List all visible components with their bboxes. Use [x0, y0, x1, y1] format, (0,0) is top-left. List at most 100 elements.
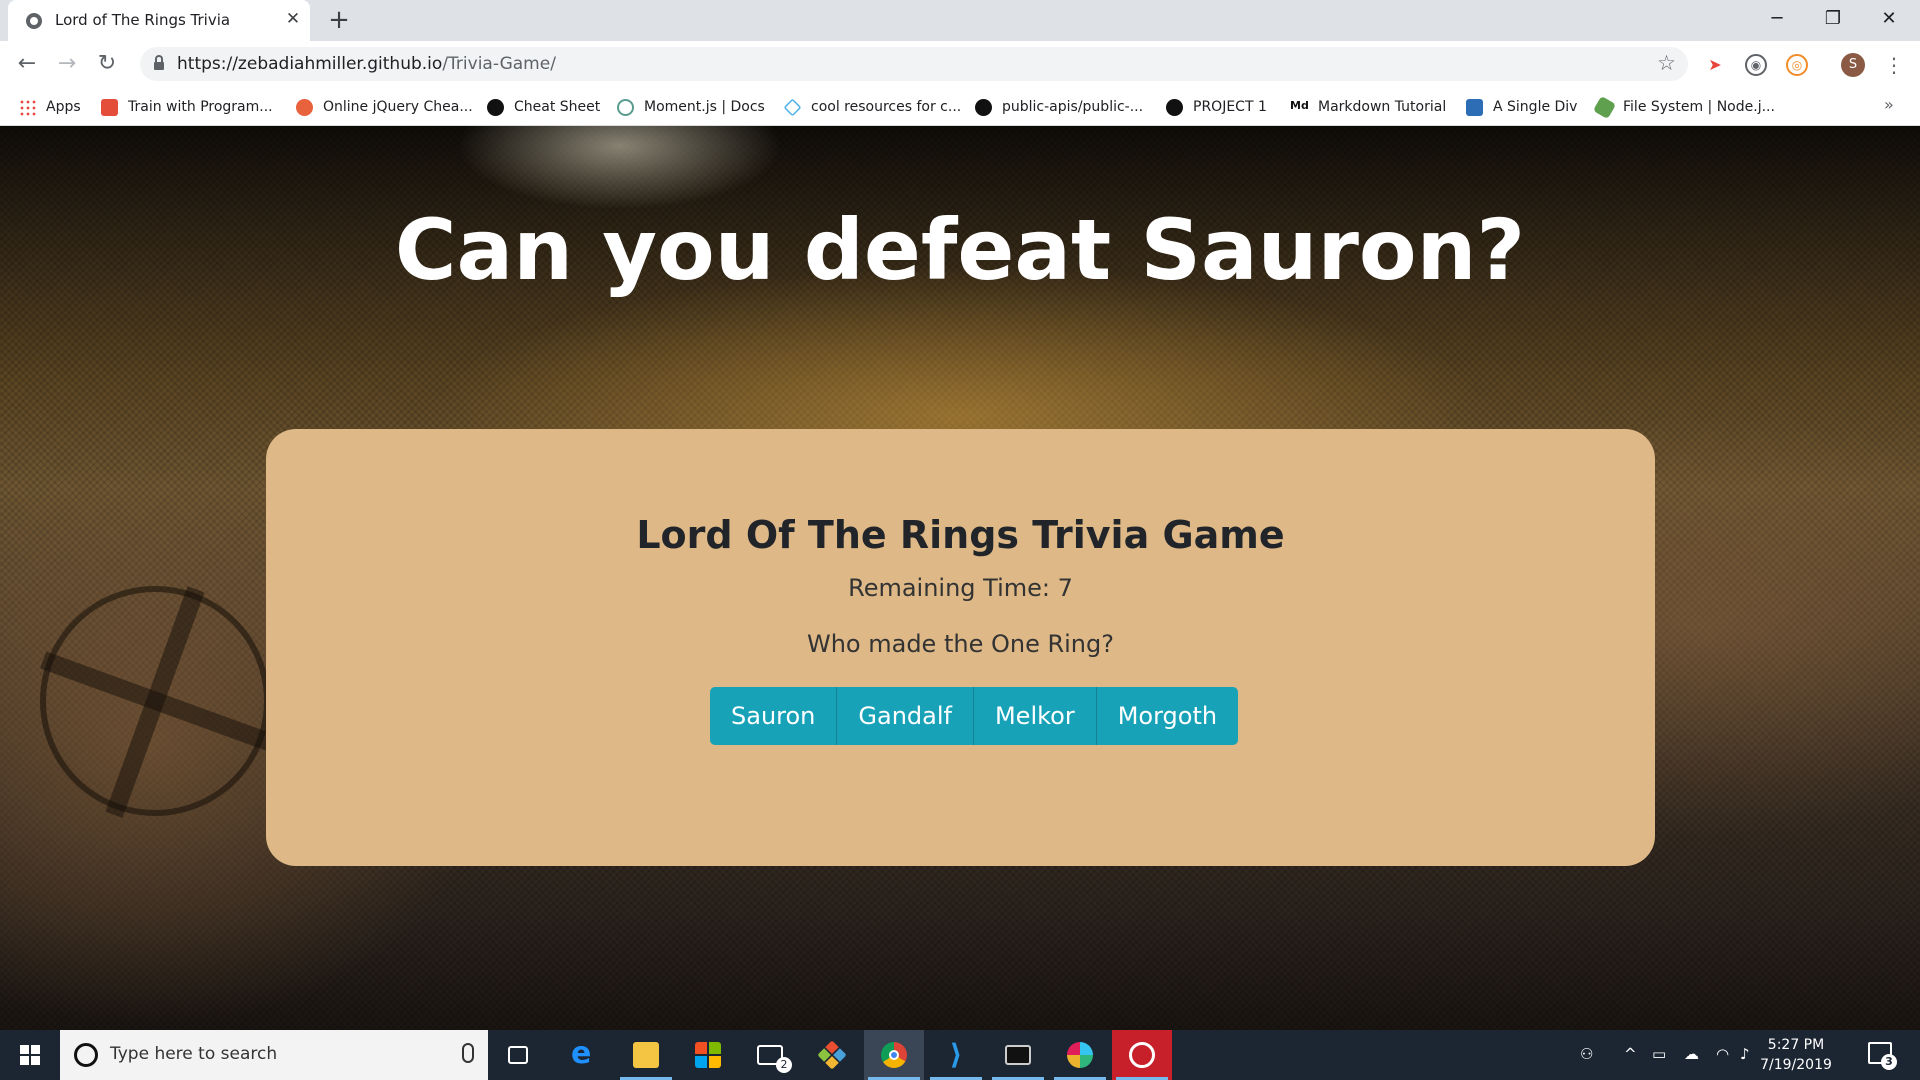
bookmark-jquery-cheat[interactable]: Online jQuery Chea... [296, 96, 473, 118]
minimize-icon[interactable]: ─ [1754, 4, 1800, 34]
wifi-icon[interactable]: ◠ [1716, 1045, 1729, 1063]
close-window-icon[interactable]: ✕ [1866, 4, 1912, 34]
bookmark-markdown-tutorial[interactable]: Md Markdown Tutorial [1290, 96, 1446, 118]
onedrive-icon[interactable]: ☁ [1684, 1045, 1699, 1063]
github-icon [975, 98, 992, 116]
profile-avatar[interactable]: S [1841, 53, 1865, 77]
bookmark-cool-resources[interactable]: cool resources for c... [783, 96, 962, 118]
show-hidden-icons[interactable]: ^ [1624, 1045, 1637, 1063]
taskbar-file-explorer[interactable] [616, 1030, 676, 1080]
back-icon[interactable]: ← [12, 49, 42, 79]
url-text[interactable]: https://zebadiahmiller.github.io/Trivia-… [177, 54, 556, 74]
answer-button-morgoth[interactable]: Morgoth [1096, 687, 1239, 745]
cortana-icon [74, 1043, 98, 1067]
start-button[interactable] [0, 1030, 60, 1080]
taskbar-mail[interactable]: 2 [740, 1030, 800, 1080]
bookmark-apps[interactable]: Apps [19, 96, 81, 118]
taskbar-slack[interactable] [1050, 1030, 1110, 1080]
clock-time: 5:27 PM [1767, 1037, 1825, 1053]
people-icon[interactable]: ⚇ [1580, 1045, 1593, 1063]
battery-icon[interactable]: ▭ [1652, 1045, 1666, 1063]
bookmark-moment-docs[interactable]: Moment.js | Docs [617, 96, 765, 118]
taskbar-chrome[interactable] [864, 1030, 924, 1080]
bookmark-label: PROJECT 1 [1193, 99, 1267, 115]
clock-date: 7/19/2019 [1760, 1057, 1832, 1073]
compass-decoration [40, 586, 270, 816]
diamond-icon [783, 97, 802, 117]
nodejs-icon [1592, 95, 1617, 119]
taskbar-store[interactable] [678, 1030, 738, 1080]
code-icon [1466, 98, 1483, 116]
volume-icon[interactable]: ♪ [1740, 1045, 1750, 1063]
bookmark-public-apis[interactable]: public-apis/public-... [975, 96, 1143, 118]
taskbar-search[interactable]: Type here to search [60, 1030, 488, 1080]
folder-icon [633, 1042, 659, 1068]
search-placeholder: Type here to search [110, 1044, 278, 1064]
bookmark-label: A Single Div [1493, 99, 1578, 115]
cheat-sheet-icon [487, 98, 504, 116]
active-tab[interactable]: Lord of The Rings Trivia ✕ [8, 0, 310, 41]
page-background: Can you defeat Sauron? Lord Of The Rings… [0, 126, 1920, 1030]
tab-title: Lord of The Rings Trivia [55, 11, 231, 29]
terminal-icon [1005, 1045, 1031, 1065]
windows-taskbar: Type here to search e 2 ⟩ ⚇ ^ ▭ ☁ ◠ ♪ 5:… [0, 1030, 1920, 1080]
address-bar[interactable]: https://zebadiahmiller.github.io/Trivia-… [140, 47, 1688, 81]
markdown-icon: Md [1290, 98, 1309, 112]
lock-icon [154, 55, 164, 70]
browser-toolbar: ← → ↻ https://zebadiahmiller.github.io/T… [0, 41, 1920, 87]
game-title: Lord Of The Rings Trivia Game [636, 513, 1285, 557]
bookmark-star-icon[interactable]: ☆ [1657, 51, 1676, 75]
taskbar-app-red[interactable] [1112, 1030, 1172, 1080]
answer-button-sauron[interactable]: Sauron [710, 687, 838, 745]
bookmark-label: cool resources for c... [811, 99, 962, 115]
bookmark-label: Cheat Sheet [514, 99, 601, 115]
restore-icon[interactable]: ❐ [1810, 4, 1856, 34]
apps-grid-icon [19, 98, 36, 116]
extension-orange-icon[interactable]: ◎ [1786, 54, 1808, 76]
answer-button-group: Sauron Gandalf Melkor Morgoth [710, 687, 1239, 745]
bookmark-label: Moment.js | Docs [644, 99, 765, 115]
windows-logo-icon [20, 1045, 29, 1054]
bookmark-label: Apps [46, 99, 81, 115]
git-icon [817, 1040, 847, 1070]
target-icon [1129, 1042, 1155, 1068]
bookmark-a-single-div[interactable]: A Single Div [1466, 96, 1577, 118]
forward-icon[interactable]: → [52, 49, 82, 79]
remaining-time: Remaining Time: 7 [848, 574, 1073, 602]
bookmark-file-system-node[interactable]: File System | Node.j... [1592, 95, 1775, 119]
question-text: Who made the One Ring? [806, 630, 1114, 658]
store-icon [695, 1042, 721, 1068]
taskbar-edge[interactable]: e [554, 1030, 614, 1080]
reload-icon[interactable]: ↻ [92, 49, 122, 79]
bookmark-label: Train with Program... [128, 99, 273, 115]
mail-badge: 2 [776, 1057, 792, 1073]
close-tab-icon[interactable]: ✕ [283, 9, 303, 29]
browser-menu-icon[interactable]: ⋮ [1884, 51, 1904, 79]
answer-button-gandalf[interactable]: Gandalf [837, 687, 974, 745]
program-icon [101, 98, 118, 116]
task-view-icon [508, 1046, 528, 1064]
slack-icon [1067, 1042, 1093, 1068]
taskbar-terminal[interactable] [988, 1030, 1048, 1080]
new-tab-button[interactable]: + [325, 6, 353, 34]
extension-arrow-icon[interactable]: ➤ [1704, 54, 1726, 76]
task-view-button[interactable] [488, 1030, 548, 1080]
url-host: https://zebadiahmiller.github.io [177, 54, 443, 74]
taskbar-vscode[interactable]: ⟩ [926, 1030, 986, 1080]
taskbar-git[interactable] [802, 1030, 862, 1080]
extension-eye-icon[interactable]: ◉ [1745, 54, 1767, 76]
bookmark-project-1[interactable]: PROJECT 1 [1166, 96, 1267, 118]
bookmark-cheat-sheet[interactable]: Cheat Sheet [487, 96, 600, 118]
microphone-icon[interactable] [462, 1043, 474, 1063]
bookmarks-overflow-icon[interactable]: » [1884, 95, 1894, 114]
bookmarks-bar: Apps Train with Program... Online jQuery… [0, 87, 1920, 126]
jquery-icon [296, 98, 313, 116]
bookmark-label: public-apis/public-... [1002, 99, 1144, 115]
answer-button-melkor[interactable]: Melkor [973, 687, 1097, 745]
bookmark-label: Markdown Tutorial [1318, 99, 1447, 115]
trivia-card: Lord Of The Rings Trivia Game Remaining … [266, 429, 1655, 866]
github-icon [1166, 98, 1183, 116]
system-clock[interactable]: 5:27 PM 7/19/2019 [1760, 1035, 1832, 1075]
hero-title: Can you defeat Sauron? [394, 201, 1526, 299]
bookmark-train-with-program[interactable]: Train with Program... [101, 96, 273, 118]
